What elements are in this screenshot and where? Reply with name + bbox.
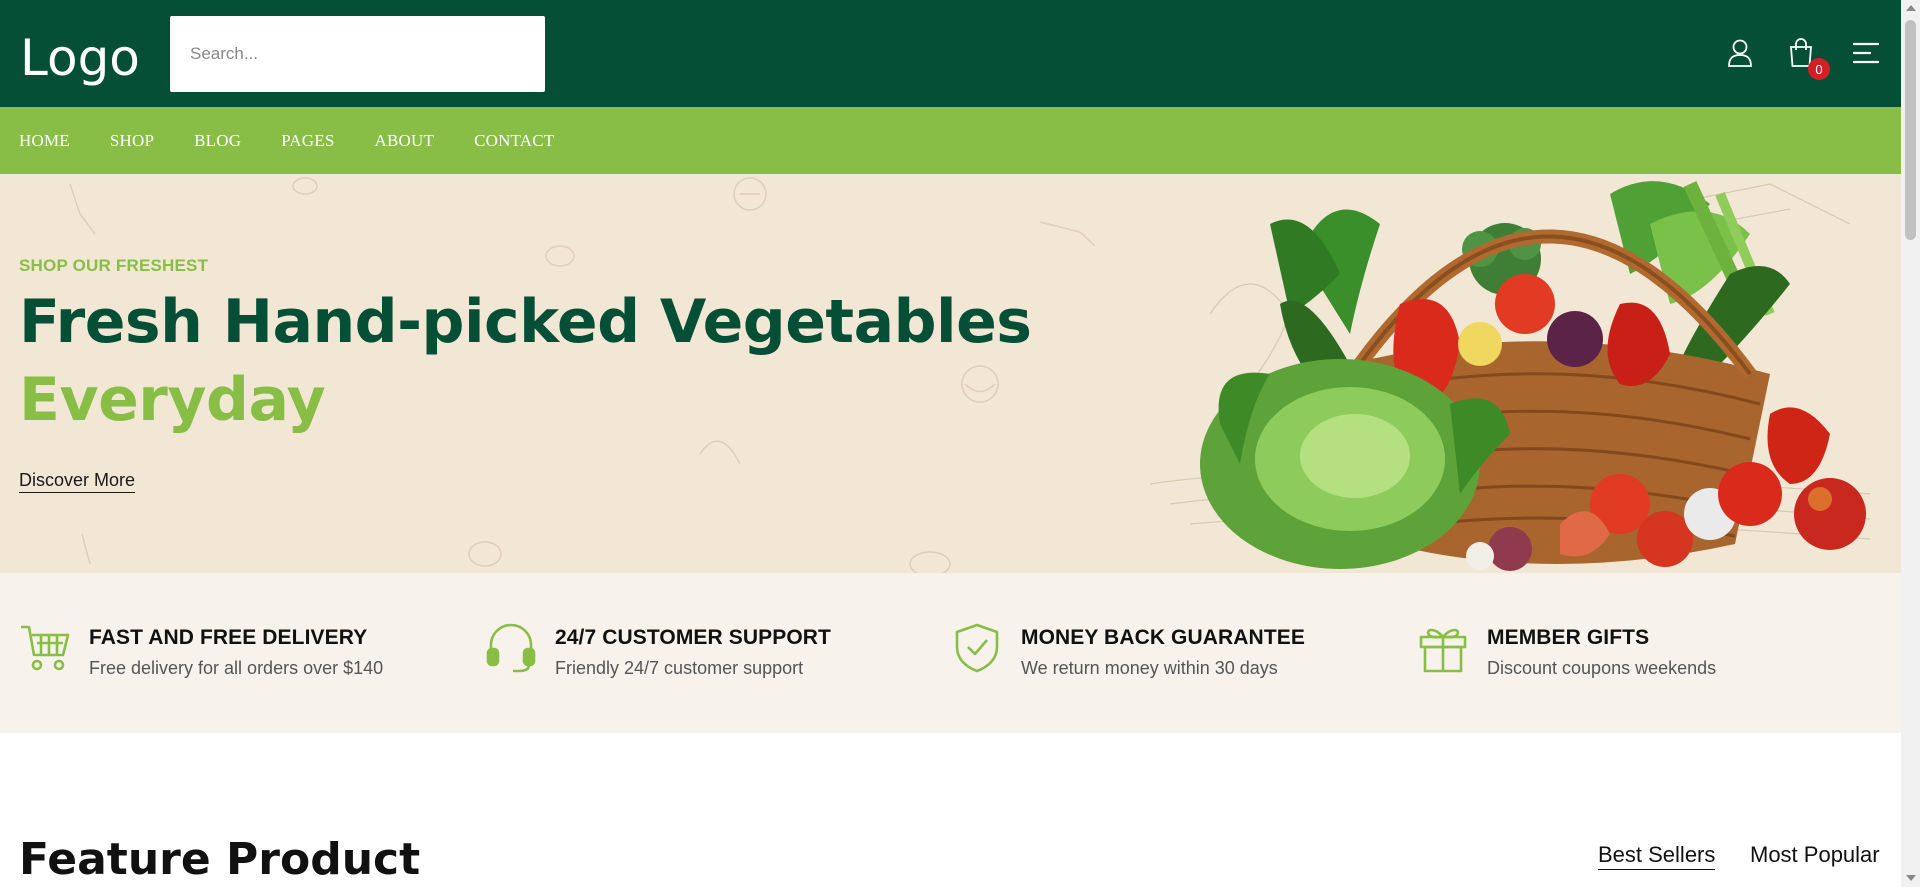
feature-gifts: MEMBER GIFTS Discount coupons weekends <box>1417 623 1837 683</box>
nav-item-pages[interactable]: PAGES <box>281 131 334 151</box>
feature-delivery: FAST AND FREE DELIVERY Free delivery for… <box>19 623 439 683</box>
page-scrollbar[interactable] <box>1901 0 1920 887</box>
user-icon[interactable] <box>1723 36 1757 70</box>
feature-product-title: Feature Product <box>19 834 421 885</box>
nav-item-about[interactable]: ABOUT <box>375 131 435 151</box>
headset-icon <box>486 623 536 673</box>
nav-item-home[interactable]: HOME <box>19 131 70 151</box>
hero-eyebrow: SHOP OUR FRESHEST <box>19 256 209 275</box>
nav-item-blog[interactable]: BLOG <box>194 131 241 151</box>
top-header: Logo 0 <box>0 0 1901 107</box>
scroll-up-arrow-icon[interactable] <box>1906 5 1916 11</box>
cart-count-badge: 0 <box>1808 58 1830 80</box>
vegetable-basket-image <box>1150 181 1870 571</box>
scrollbar-thumb[interactable] <box>1905 20 1916 240</box>
feature-desc: We return money within 30 days <box>1021 658 1278 678</box>
gift-icon <box>1419 628 1467 673</box>
tab-best-sellers[interactable]: Best Sellers <box>1598 842 1716 870</box>
tab-most-popular[interactable]: Most Popular <box>1750 842 1880 868</box>
nav-item-contact[interactable]: CONTACT <box>474 131 554 151</box>
hero-banner: SHOP OUR FRESHEST Fresh Hand-picked Vege… <box>0 174 1901 573</box>
feature-support: 24/7 CUSTOMER SUPPORT Friendly 24/7 cust… <box>485 623 905 683</box>
main-nav: HOME SHOP BLOG PAGES ABOUT CONTACT <box>0 107 1901 174</box>
feature-title: FAST AND FREE DELIVERY <box>89 626 368 649</box>
discover-more-link[interactable]: Discover More <box>19 470 136 493</box>
feature-guarantee: MONEY BACK GUARANTEE We return money wit… <box>951 623 1371 683</box>
nav-item-shop[interactable]: SHOP <box>110 131 154 151</box>
hero-headline-accent: Everyday <box>19 365 326 435</box>
feature-title: 24/7 CUSTOMER SUPPORT <box>555 626 831 649</box>
shield-check-icon <box>955 623 999 673</box>
cart-icon <box>21 625 70 671</box>
feature-desc: Free delivery for all orders over $140 <box>89 658 384 678</box>
hero-headline: Fresh Hand-picked Vegetables <box>19 287 1032 357</box>
features-strip: FAST AND FREE DELIVERY Free delivery for… <box>0 573 1901 733</box>
feature-title: MONEY BACK GUARANTEE <box>1021 626 1305 649</box>
scroll-down-arrow-icon[interactable] <box>1906 875 1916 881</box>
feature-desc: Friendly 24/7 customer support <box>555 658 804 678</box>
menu-icon[interactable] <box>1849 36 1883 70</box>
feature-desc: Discount coupons weekends <box>1487 658 1717 678</box>
feature-title: MEMBER GIFTS <box>1487 626 1650 649</box>
search-input[interactable] <box>170 16 545 92</box>
logo[interactable]: Logo <box>20 28 140 88</box>
